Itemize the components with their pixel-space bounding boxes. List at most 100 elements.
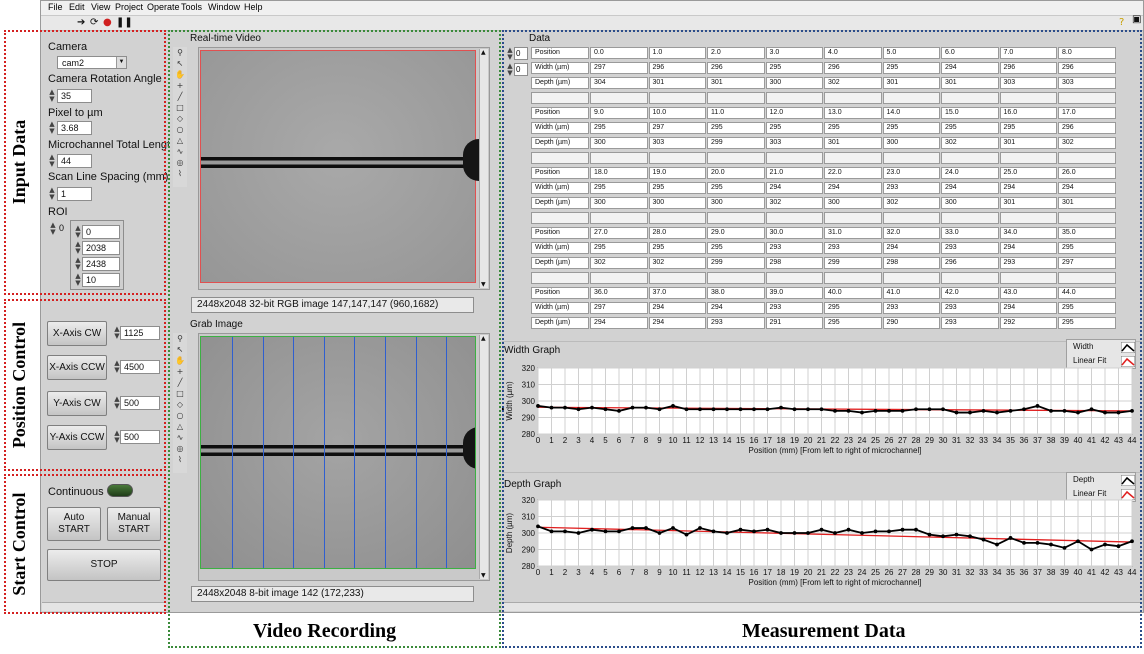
horizontal-scrollbar[interactable] xyxy=(42,602,166,611)
table-cell[interactable]: 295 xyxy=(707,122,765,134)
length-spinner-icon[interactable]: ▲ ▼ xyxy=(48,154,56,168)
table-cell[interactable]: 40.0 xyxy=(824,287,882,299)
table-cell[interactable]: 293 xyxy=(882,302,940,314)
continuous-toggle[interactable] xyxy=(107,484,133,497)
roi-index-spinner-icon[interactable]: ▲ ▼ xyxy=(49,222,57,236)
pan-icon[interactable]: ✋ xyxy=(174,355,186,366)
table-cell[interactable]: 35.0 xyxy=(1058,227,1116,239)
pointer-icon[interactable]: ↖ xyxy=(174,58,186,69)
table-cell[interactable]: 302 xyxy=(882,197,940,209)
table-cell[interactable]: 294 xyxy=(941,182,999,194)
x-axis-ccw-button[interactable]: X-Axis CCW xyxy=(47,355,107,380)
table-cell[interactable]: 21.0 xyxy=(765,167,823,179)
menu-file[interactable]: File xyxy=(48,2,63,12)
table-empty-cell[interactable] xyxy=(707,272,765,284)
table-cell[interactable]: 44.0 xyxy=(1058,287,1116,299)
table-cell[interactable]: 295 xyxy=(824,317,882,329)
annulus-icon[interactable]: ◎ xyxy=(174,157,186,168)
table-cell[interactable]: 295 xyxy=(1058,242,1116,254)
table-cell[interactable]: 292 xyxy=(999,317,1057,329)
table-cell[interactable]: 20.0 xyxy=(707,167,765,179)
table-empty-cell[interactable] xyxy=(648,272,706,284)
y-cw-steps-field[interactable]: 500 xyxy=(120,396,160,410)
table-cell[interactable]: 296 xyxy=(1058,62,1116,74)
roi-2-spinner-icon[interactable]: ▲ ▼ xyxy=(74,257,82,271)
table-cell[interactable]: 295 xyxy=(824,122,882,134)
pause-icon[interactable]: ❚❚ xyxy=(116,17,133,29)
table-cell[interactable]: 33.0 xyxy=(941,227,999,239)
depth-graph-chart[interactable]: 0 1 2 3 4 5 6 7 8 9 10 11 12 13 14 15 16 17 18 19 20 21 22 23 24… xyxy=(502,494,1140,598)
roi-index[interactable]: 0 xyxy=(59,223,64,233)
table-cell[interactable]: 12.0 xyxy=(765,107,823,119)
freehand-icon[interactable]: ∿ xyxy=(174,432,186,443)
table-empty-cell[interactable] xyxy=(531,92,589,104)
table-empty-cell[interactable] xyxy=(765,152,823,164)
table-cell[interactable]: 37.0 xyxy=(648,287,706,299)
table-empty-cell[interactable] xyxy=(1058,212,1116,224)
table-cell[interactable]: 293 xyxy=(941,302,999,314)
table-cell[interactable]: 31.0 xyxy=(824,227,882,239)
table-cell[interactable]: 18.0 xyxy=(590,167,648,179)
freehand-icon[interactable]: ∿ xyxy=(174,146,186,157)
rotation-field[interactable]: 35 xyxy=(57,89,92,103)
table-empty-cell[interactable] xyxy=(707,152,765,164)
table-cell[interactable]: 296 xyxy=(648,62,706,74)
table-empty-cell[interactable] xyxy=(590,212,648,224)
pointer-icon[interactable]: ↖ xyxy=(174,344,186,355)
table-cell[interactable]: 295 xyxy=(590,182,648,194)
table-cell[interactable]: 8.0 xyxy=(1058,47,1116,59)
manual-start-button[interactable]: Manual START xyxy=(107,507,161,541)
table-empty-cell[interactable] xyxy=(765,212,823,224)
spacing-spinner-icon[interactable]: ▲ ▼ xyxy=(48,187,56,201)
table-empty-cell[interactable] xyxy=(824,92,882,104)
table-cell[interactable]: 294 xyxy=(707,302,765,314)
table-cell[interactable]: 302 xyxy=(1058,137,1116,149)
chevron-down-icon[interactable]: ▼ xyxy=(116,57,126,68)
menu-window[interactable]: Window xyxy=(208,2,240,12)
table-empty-cell[interactable] xyxy=(765,92,823,104)
table-cell[interactable]: 291 xyxy=(765,317,823,329)
table-cell[interactable]: 290 xyxy=(882,317,940,329)
table-cell[interactable]: 295 xyxy=(590,122,648,134)
table-cell[interactable]: 295 xyxy=(824,302,882,314)
pixel-spinner-icon[interactable]: ▲ ▼ xyxy=(48,121,56,135)
table-empty-cell[interactable] xyxy=(1058,152,1116,164)
table-cell[interactable]: 9.0 xyxy=(590,107,648,119)
table-cell[interactable]: 23.0 xyxy=(882,167,940,179)
table-empty-cell[interactable] xyxy=(941,92,999,104)
abort-icon[interactable]: ● xyxy=(103,17,112,29)
table-empty-cell[interactable] xyxy=(531,212,589,224)
polygon-icon[interactable]: △ xyxy=(174,135,186,146)
table-cell[interactable]: 294 xyxy=(648,302,706,314)
table-cell[interactable]: 296 xyxy=(1058,122,1116,134)
grab-image-display[interactable]: ▲ ▼ xyxy=(198,333,490,581)
table-cell[interactable]: 296 xyxy=(707,62,765,74)
table-cell[interactable]: 25.0 xyxy=(999,167,1057,179)
table-empty-cell[interactable] xyxy=(941,272,999,284)
scroll-up-icon[interactable]: ▲ xyxy=(481,335,486,342)
table-cell[interactable]: 302 xyxy=(648,257,706,269)
table-cell[interactable]: 297 xyxy=(590,62,648,74)
table-empty-cell[interactable] xyxy=(707,212,765,224)
table-cell[interactable]: 303 xyxy=(648,137,706,149)
scroll-down-icon[interactable]: ▼ xyxy=(481,572,486,579)
table-cell[interactable]: 295 xyxy=(1058,317,1116,329)
x-cw-steps-field[interactable]: 1125 xyxy=(120,326,160,340)
table-empty-cell[interactable] xyxy=(824,212,882,224)
table-cell[interactable]: 2.0 xyxy=(707,47,765,59)
table-cell[interactable]: 299 xyxy=(707,137,765,149)
run-continuous-icon[interactable]: ⟳ xyxy=(90,17,98,29)
data-col-spinner-icon[interactable]: ▲ ▼ xyxy=(506,63,514,77)
table-cell[interactable]: 28.0 xyxy=(648,227,706,239)
table-cell[interactable]: 14.0 xyxy=(882,107,940,119)
table-cell[interactable]: 301 xyxy=(648,77,706,89)
table-cell[interactable]: 303 xyxy=(1058,77,1116,89)
menu-operate[interactable]: Operate xyxy=(147,2,180,12)
table-cell[interactable]: 300 xyxy=(590,137,648,149)
table-cell[interactable]: 300 xyxy=(765,77,823,89)
table-cell[interactable]: 300 xyxy=(707,197,765,209)
table-cell[interactable]: 293 xyxy=(941,317,999,329)
width-graph-chart[interactable]: 0 1 2 3 4 5 6 7 8 9 10 11 12 13 14 15 16 17 18 19 20 21 22 23 24… xyxy=(502,362,1140,466)
realtime-vertical-scrollbar[interactable]: ▲ ▼ xyxy=(479,49,488,288)
menu-edit[interactable]: Edit xyxy=(69,2,85,12)
